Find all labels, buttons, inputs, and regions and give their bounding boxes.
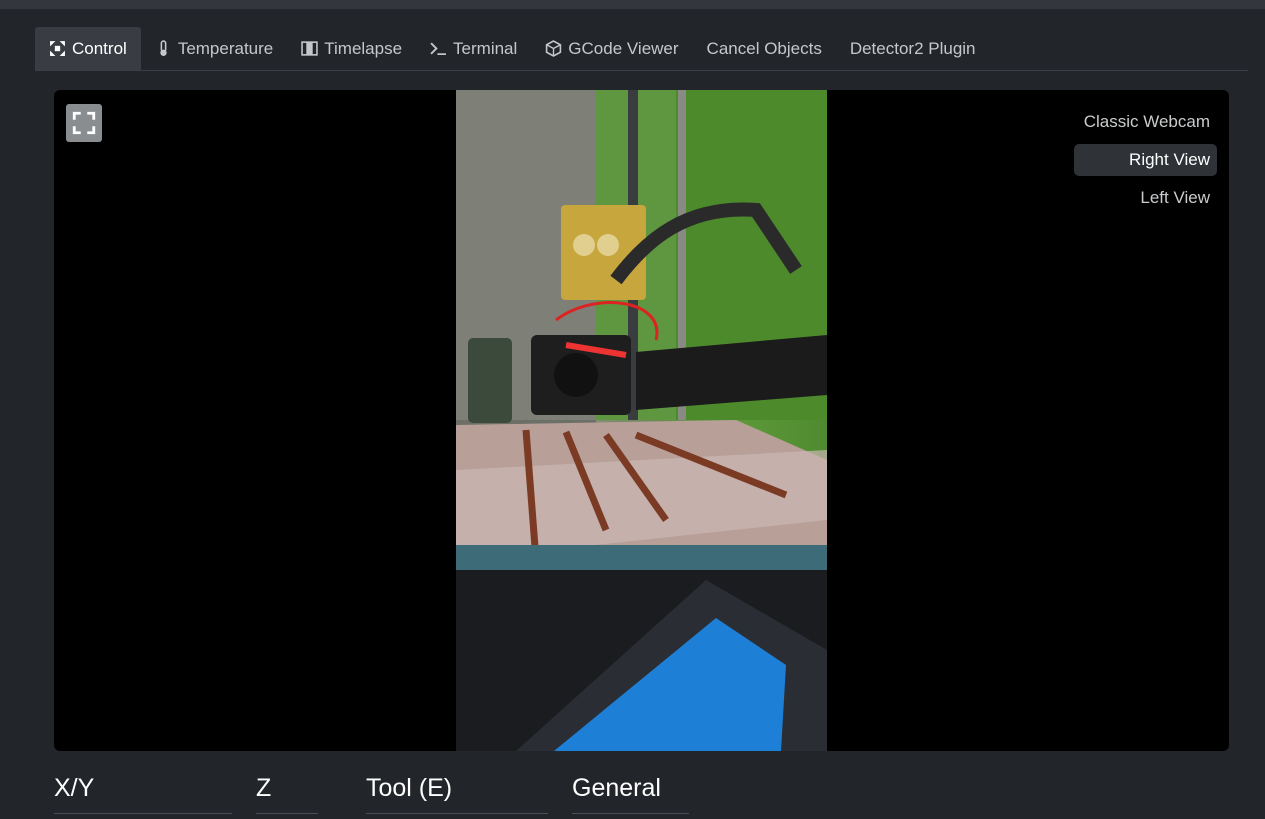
- tab-label: Temperature: [177, 38, 274, 58]
- tab-temperature[interactable]: Temperature: [141, 27, 287, 70]
- option-label: Left View: [1140, 188, 1210, 207]
- fullscreen-icon: [71, 110, 97, 136]
- tab-gcode-viewer[interactable]: GCode Viewer: [531, 27, 692, 70]
- tab-terminal[interactable]: Terminal: [416, 27, 531, 70]
- z-section-heading: Z: [256, 772, 318, 814]
- tab-timelapse[interactable]: Timelapse: [287, 27, 416, 70]
- webcam-view-menu: Classic Webcam Right View Left View: [1074, 106, 1217, 214]
- classic-webcam-option[interactable]: Classic Webcam: [1074, 106, 1217, 138]
- tab-label: Control: [72, 38, 127, 58]
- tab-label: Cancel Objects: [706, 38, 822, 58]
- xy-section-heading: X/Y: [54, 772, 232, 814]
- tab-control[interactable]: Control: [35, 27, 141, 70]
- control-arrows-icon: [49, 40, 66, 57]
- option-label: Right View: [1129, 150, 1210, 169]
- tab-cancel-objects[interactable]: Cancel Objects: [693, 27, 836, 70]
- tab-label: Timelapse: [324, 38, 403, 58]
- top-bar: [0, 0, 1265, 9]
- control-sections: X/Y Z Tool (E) General: [54, 772, 1229, 819]
- main-tabs: Control Temperature Timelapse Terminal G…: [35, 27, 1248, 71]
- general-section-heading: General: [572, 772, 689, 814]
- tab-label: Detector2 Plugin: [849, 38, 976, 58]
- left-view-option[interactable]: Left View: [1074, 182, 1217, 214]
- thermometer-icon: [155, 40, 172, 57]
- option-label: Classic Webcam: [1083, 112, 1210, 131]
- tool-section-heading: Tool (E): [366, 772, 548, 814]
- film-icon: [301, 40, 318, 57]
- tab-detector2-plugin[interactable]: Detector2 Plugin: [836, 27, 990, 70]
- webcam-stream-image: [456, 90, 827, 751]
- cube-icon: [545, 40, 562, 57]
- tab-label: Terminal: [453, 38, 518, 58]
- webcam-panel: Classic Webcam Right View Left View: [54, 90, 1229, 751]
- terminal-icon: [430, 40, 447, 57]
- right-view-option[interactable]: Right View: [1074, 144, 1217, 176]
- fullscreen-button[interactable]: [66, 104, 102, 142]
- tab-label: GCode Viewer: [568, 38, 679, 58]
